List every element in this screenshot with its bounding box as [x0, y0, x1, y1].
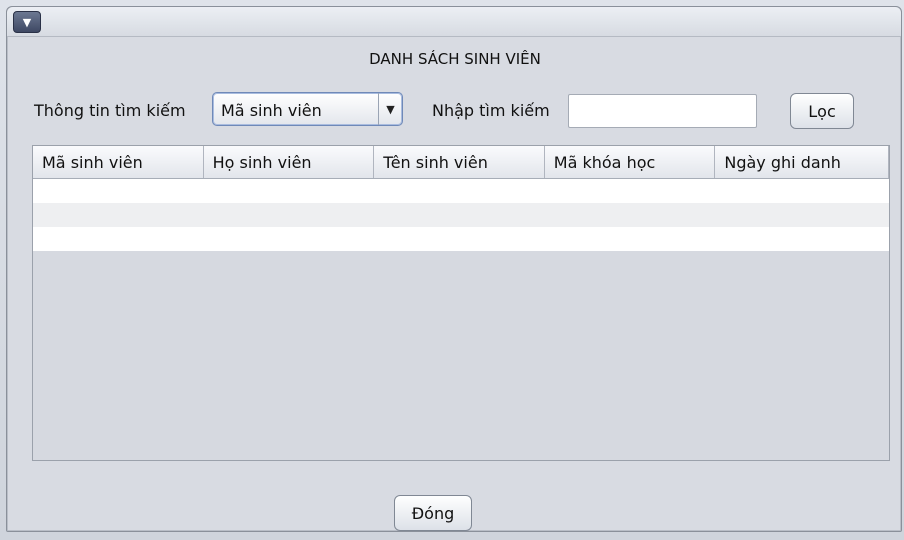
- search-criteria-value: Mã sinh viên: [221, 101, 322, 120]
- table-header: Mã sinh viên Họ sinh viên Tên sinh viên …: [33, 146, 889, 179]
- dropdown-arrow-icon[interactable]: ▼: [378, 93, 402, 125]
- search-criteria-select[interactable]: Mã sinh viên ▼: [212, 92, 403, 126]
- title-bar[interactable]: ▼: [7, 7, 901, 37]
- window-menu-button[interactable]: ▼: [13, 11, 41, 33]
- column-header-student-id[interactable]: Mã sinh viên: [33, 146, 204, 178]
- close-button[interactable]: Đóng: [394, 495, 472, 531]
- dialog-content: DANH SÁCH SINH VIÊN Thông tin tìm kiếm M…: [13, 41, 897, 531]
- page-title: DANH SÁCH SINH VIÊN: [369, 50, 541, 68]
- search-criteria-label: Thông tin tìm kiếm: [34, 101, 186, 120]
- students-table[interactable]: Mã sinh viên Họ sinh viên Tên sinh viên …: [32, 145, 890, 461]
- table-row[interactable]: [33, 179, 889, 203]
- search-input-label: Nhập tìm kiếm: [432, 101, 550, 120]
- chevron-down-icon: ▼: [22, 15, 32, 29]
- table-row[interactable]: [33, 203, 889, 227]
- student-list-dialog: ▼ DANH SÁCH SINH VIÊN Thông tin tìm kiếm…: [6, 6, 902, 532]
- table-row[interactable]: [33, 227, 889, 251]
- column-header-last-name[interactable]: Họ sinh viên: [204, 146, 375, 178]
- column-header-first-name[interactable]: Tên sinh viên: [374, 146, 545, 178]
- column-header-course-id[interactable]: Mã khóa học: [545, 146, 716, 178]
- column-header-enrollment-date[interactable]: Ngày ghi danh: [715, 146, 889, 178]
- filter-button[interactable]: Lọc: [790, 93, 854, 129]
- search-input[interactable]: [568, 94, 757, 128]
